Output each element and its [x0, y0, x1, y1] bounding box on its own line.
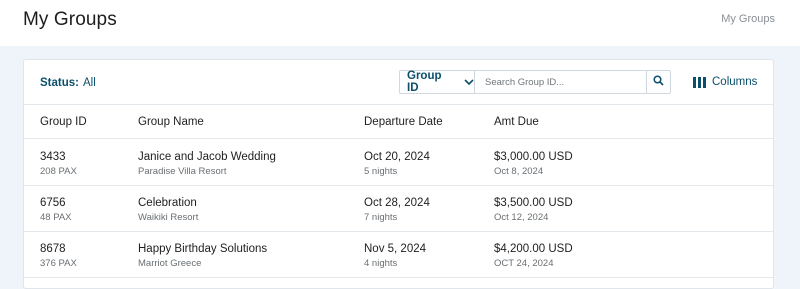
column-header-group-name[interactable]: Group Name — [138, 116, 204, 128]
group-pax: 376 PAX — [40, 258, 77, 269]
amount-due: $3,500.00 USD — [494, 197, 573, 209]
table-row[interactable]: 6756 48 PAX Celebration Waikiki Resort O… — [24, 186, 773, 232]
departure-cell: Nov 5, 2024 4 nights — [364, 242, 426, 271]
group-name[interactable]: Happy Birthday Solutions — [138, 242, 267, 256]
departure-date: Oct 28, 2024 — [364, 197, 430, 209]
amount-due-cell: $3,500.00 USD Oct 12, 2024 — [494, 196, 573, 225]
page-title: My Groups — [23, 9, 117, 30]
group-resort: Marriot Greece — [138, 258, 202, 269]
group-resort: Waikiki Resort — [138, 212, 199, 223]
table-toolbar: Status: All Group ID Columns — [24, 60, 773, 105]
departure-cell: Oct 28, 2024 7 nights — [364, 196, 430, 225]
group-id-cell: 8678 376 PAX — [40, 242, 77, 271]
status-label: Status: — [40, 77, 79, 89]
amount-due-cell: $3,000.00 USD Oct 8, 2024 — [494, 150, 573, 179]
group-name-cell: Happy Birthday Solutions Marriot Greece — [138, 242, 267, 271]
search-field-select-label: Group ID — [407, 70, 442, 94]
columns-icon — [693, 76, 706, 88]
table-header: Group ID Group Name Departure Date Amt D… — [24, 105, 773, 139]
page-header: My Groups My Groups — [0, 0, 800, 46]
amount-due: $4,200.00 USD — [494, 243, 573, 255]
table-row[interactable]: 3433 208 PAX Janice and Jacob Wedding Pa… — [24, 140, 773, 186]
departure-cell: Oct 20, 2024 5 nights — [364, 150, 430, 179]
group-name-cell: Celebration Waikiki Resort — [138, 196, 198, 225]
due-date: Oct 8, 2024 — [494, 166, 544, 177]
group-id[interactable]: 8678 — [40, 242, 77, 256]
departure-date: Oct 20, 2024 — [364, 151, 430, 163]
search-icon — [653, 73, 664, 91]
columns-button[interactable]: Columns — [693, 76, 757, 88]
column-header-amt-due[interactable]: Amt Due — [494, 116, 539, 128]
trip-nights: 5 nights — [364, 166, 398, 177]
search-input[interactable] — [475, 71, 646, 93]
group-name-cell: Janice and Jacob Wedding Paradise Villa … — [138, 150, 276, 179]
group-resort: Paradise Villa Resort — [138, 166, 227, 177]
search-button[interactable] — [646, 71, 670, 93]
chevron-down-icon — [464, 78, 474, 86]
departure-date: Nov 5, 2024 — [364, 243, 427, 255]
table-row[interactable]: 8678 376 PAX Happy Birthday Solutions Ma… — [24, 232, 773, 278]
column-header-departure-date[interactable]: Departure Date — [364, 116, 443, 128]
amount-due: $3,000.00 USD — [494, 151, 573, 163]
column-header-group-id[interactable]: Group ID — [40, 116, 87, 128]
trip-nights: 7 nights — [364, 212, 398, 223]
group-id-cell: 3433 208 PAX — [40, 150, 77, 179]
trip-nights: 4 nights — [364, 258, 398, 269]
status-filter[interactable]: Status: All — [40, 77, 96, 89]
group-id[interactable]: 3433 — [40, 150, 77, 164]
group-id[interactable]: 6756 — [40, 196, 72, 210]
status-value[interactable]: All — [83, 77, 96, 89]
amount-due-cell: $4,200.00 USD OCT 24, 2024 — [494, 242, 573, 271]
group-name[interactable]: Janice and Jacob Wedding — [138, 150, 276, 164]
search-group: Group ID — [399, 70, 671, 94]
group-pax: 48 PAX — [40, 212, 72, 223]
group-name[interactable]: Celebration — [138, 196, 198, 210]
due-date: OCT 24, 2024 — [494, 258, 554, 269]
due-date: Oct 12, 2024 — [494, 212, 549, 223]
groups-card: Status:All Group ID Columns Grou — [23, 59, 774, 289]
columns-label: Columns — [712, 76, 758, 88]
group-pax: 208 PAX — [40, 166, 77, 177]
group-id-cell: 6756 48 PAX — [40, 196, 72, 225]
breadcrumb[interactable]: My Groups — [721, 13, 775, 25]
search-field-select[interactable]: Group ID — [400, 70, 475, 94]
